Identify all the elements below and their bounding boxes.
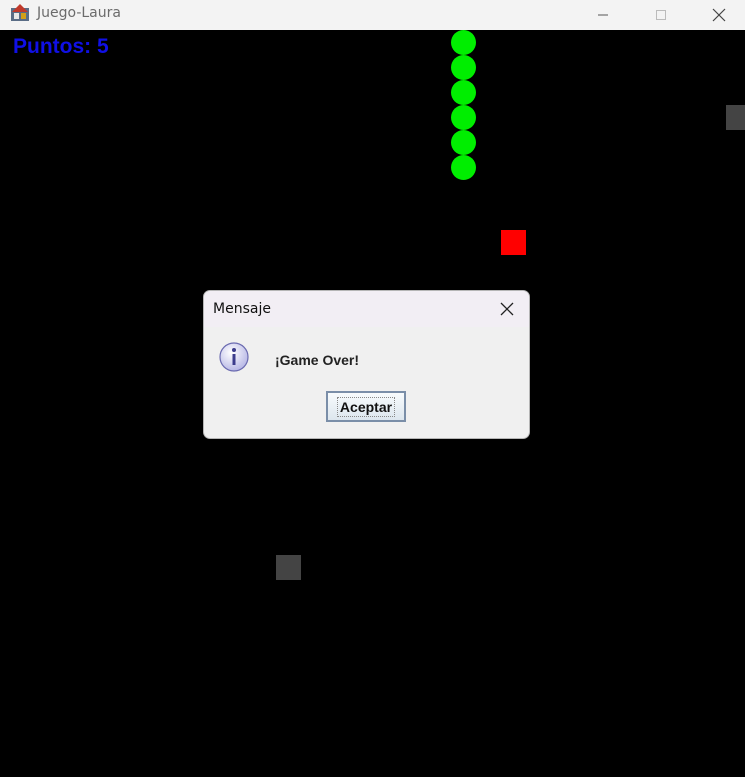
food-item	[501, 230, 526, 255]
info-icon	[218, 341, 250, 373]
window-title: Juego-Laura	[37, 5, 121, 21]
maximize-button[interactable]	[638, 0, 684, 30]
dialog-message: ¡Game Over!	[275, 352, 360, 368]
message-dialog: Mensaje ¡Game Over! Aceptar	[203, 290, 530, 439]
maximize-icon	[656, 10, 666, 20]
obstacle-block	[276, 555, 301, 580]
snake-segment	[451, 130, 476, 155]
score-label: Puntos: 5	[13, 35, 109, 58]
accept-button-label: Aceptar	[336, 396, 396, 417]
game-window: Juego-Laura Puntos: 5 Mensaje ¡Game Over…	[0, 0, 745, 777]
snake-segment	[451, 105, 476, 130]
dialog-titlebar[interactable]: Mensaje	[204, 291, 529, 327]
obstacle-block	[726, 105, 745, 130]
minimize-button[interactable]	[580, 0, 626, 30]
dialog-title: Mensaje	[213, 301, 271, 317]
close-button[interactable]	[696, 0, 742, 30]
accept-button[interactable]: Aceptar	[326, 391, 406, 422]
snake-segment	[451, 80, 476, 105]
dialog-close-button[interactable]	[497, 299, 517, 319]
snake-segment	[451, 30, 476, 55]
app-icon	[10, 3, 30, 23]
minimize-icon	[598, 14, 608, 16]
close-icon	[500, 302, 514, 316]
snake-head	[451, 155, 476, 180]
snake-segment	[451, 55, 476, 80]
close-icon	[712, 8, 726, 22]
window-titlebar[interactable]: Juego-Laura	[0, 0, 745, 30]
